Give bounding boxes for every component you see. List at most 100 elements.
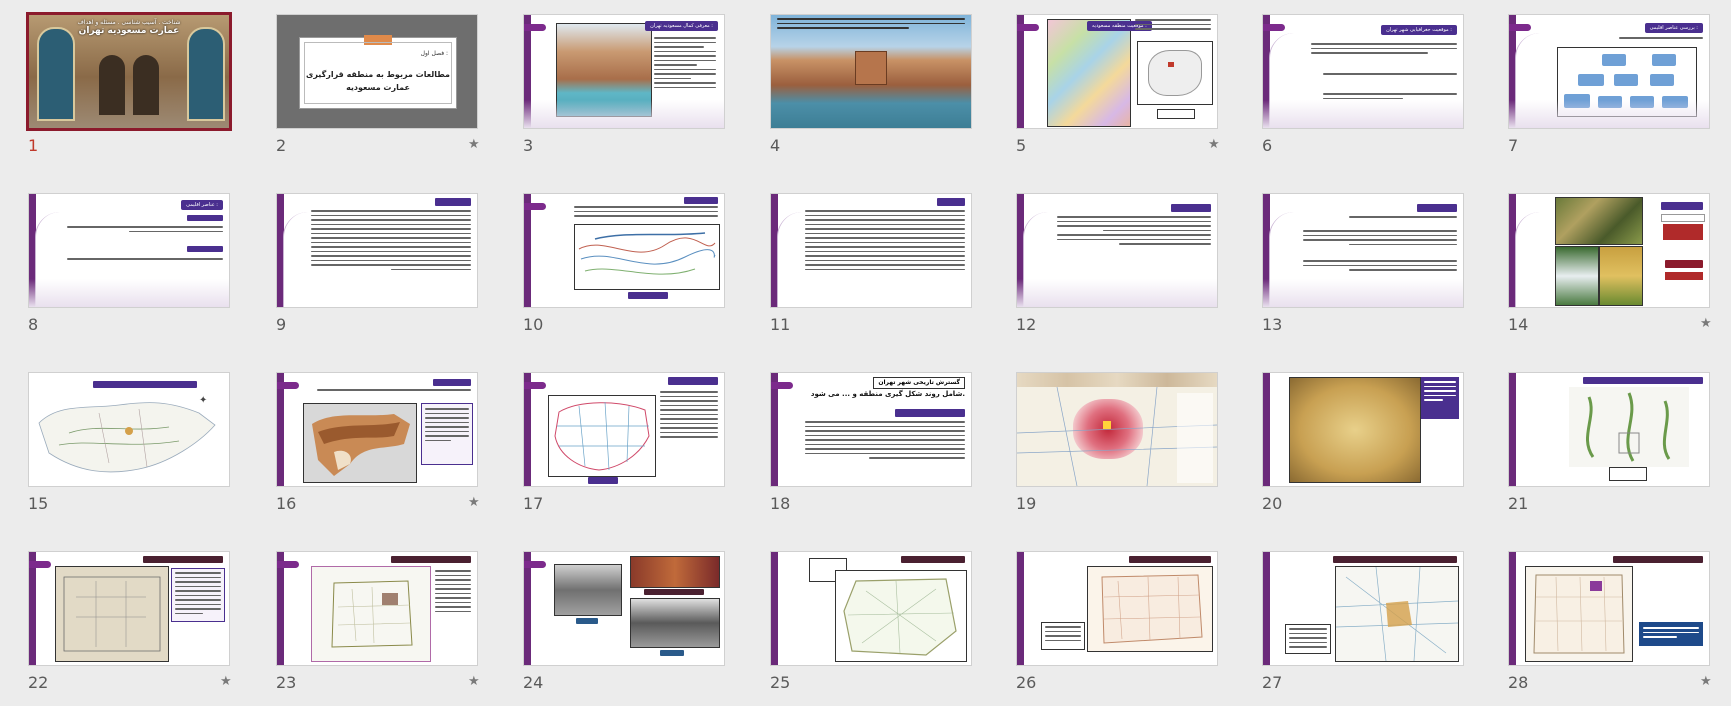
- slide-number: 13: [1262, 315, 1283, 334]
- slide-13[interactable]: 13: [1262, 193, 1464, 343]
- slide-thumbnail[interactable]: [1508, 193, 1710, 308]
- slide-thumbnail[interactable]: [523, 372, 725, 487]
- slide-thumbnail[interactable]: موقعیت جغرافیایی شهر تهران :: [1262, 14, 1464, 129]
- animation-star-icon[interactable]: ★: [468, 495, 480, 510]
- slide-5[interactable]: موقعیت منطقه مسعودیه : 5 ★: [1016, 14, 1220, 164]
- slide-24[interactable]: 24: [523, 551, 725, 701]
- subheading-pill: [1333, 556, 1457, 563]
- slide-25[interactable]: 25: [770, 551, 972, 701]
- slide-7[interactable]: بررسی عناصر اقلیمی : 7: [1508, 14, 1710, 164]
- slide-6[interactable]: موقعیت جغرافیایی شهر تهران : 6: [1262, 14, 1464, 164]
- slide-title: مطالعات مربوط به منطقه قرارگیری: [306, 70, 450, 79]
- slide-4[interactable]: 4: [770, 14, 972, 164]
- expansion-shapes: [1586, 392, 1671, 462]
- subheading-pill: [1417, 204, 1457, 212]
- slide-thumbnail[interactable]: [1016, 551, 1218, 666]
- slide-thumbnail[interactable]: ✦: [28, 372, 230, 487]
- slide-thumbnail[interactable]: [1262, 372, 1464, 487]
- contour-lines: [578, 232, 716, 275]
- diagram-node: [1602, 54, 1626, 66]
- slide-17[interactable]: 17: [523, 372, 725, 522]
- body-text: [1303, 216, 1457, 221]
- body-text: [805, 210, 965, 273]
- slide-number: 5: [1016, 136, 1027, 155]
- slide-thumbnail[interactable]: [1016, 372, 1218, 487]
- info-text: [1643, 627, 1699, 641]
- slide-16[interactable]: 16 ★: [276, 372, 480, 522]
- accent-band: [524, 373, 531, 486]
- animation-star-icon[interactable]: ★: [220, 674, 232, 689]
- slide-3[interactable]: معرفی کمال مسعودیه تهران : 3: [523, 14, 725, 164]
- waterfall-photo: [1555, 246, 1599, 306]
- animation-star-icon[interactable]: ★: [1700, 674, 1712, 689]
- slide-thumbnail[interactable]: معرفی کمال مسعودیه تهران :: [523, 14, 725, 129]
- slide-thumbnail[interactable]: [1262, 193, 1464, 308]
- slide-22[interactable]: 22 ★: [28, 551, 232, 701]
- subheading-pill: [1171, 204, 1211, 212]
- animation-star-icon[interactable]: ★: [468, 137, 480, 152]
- slide-sorter-grid: شناخت . آسیب شناسی . مسئله و اهداف عمارت…: [0, 0, 1731, 706]
- animation-star-icon[interactable]: ★: [1208, 137, 1220, 152]
- slide-thumbnail[interactable]: [770, 14, 972, 129]
- animation-star-icon[interactable]: ★: [1700, 316, 1712, 331]
- slide-heading-box: گسترش تاریخی شهر تهران: [873, 377, 965, 389]
- iran-map: [1137, 41, 1213, 105]
- slide-12[interactable]: 12: [1016, 193, 1218, 343]
- slide-thumbnail[interactable]: [523, 193, 725, 308]
- slide-thumbnail[interactable]: [1508, 372, 1710, 487]
- slide-27[interactable]: 27: [1262, 551, 1464, 701]
- slide-thumbnail[interactable]: [28, 551, 230, 666]
- slide-20[interactable]: 20: [1262, 372, 1464, 522]
- slide-23[interactable]: 23 ★: [276, 551, 480, 701]
- body-text: [317, 389, 471, 394]
- red-label: [1665, 272, 1703, 280]
- slide-thumbnail[interactable]: فصل اول : مطالعات مربوط به منطقه قرارگیر…: [276, 14, 478, 129]
- slide-thumbnail[interactable]: [276, 193, 478, 308]
- bottom-gradient: [1263, 279, 1463, 307]
- subheading-pill: [895, 409, 965, 417]
- central-pavilion: [855, 51, 887, 85]
- red-label: [1663, 224, 1703, 240]
- map-caption: [628, 292, 668, 299]
- slide-11[interactable]: 11: [770, 193, 972, 343]
- slide-28[interactable]: 28 ★: [1508, 551, 1712, 701]
- slide-15[interactable]: ✦ 15: [28, 372, 230, 522]
- slide-thumbnail[interactable]: عناصر اقلیمی :: [28, 193, 230, 308]
- slide-number: 17: [523, 494, 544, 513]
- slide-thumbnail[interactable]: موقعیت منطقه مسعودیه :: [1016, 14, 1218, 129]
- slide-1[interactable]: شناخت . آسیب شناسی . مسئله و اهداف عمارت…: [26, 12, 232, 164]
- slide-thumbnail[interactable]: [276, 551, 478, 666]
- bottom-gradient: [1263, 100, 1463, 128]
- slide-thumbnail[interactable]: بررسی عناصر اقلیمی :: [1508, 14, 1710, 129]
- slide-thumbnail[interactable]: [1508, 551, 1710, 666]
- accent-band: [1509, 552, 1516, 665]
- slide-thumbnail[interactable]: گسترش تاریخی شهر تهران شامل روند شکل گیر…: [770, 372, 972, 487]
- slide-thumbnail[interactable]: [770, 193, 972, 308]
- slide-9[interactable]: 9: [276, 193, 478, 343]
- slide-thumbnail[interactable]: [1262, 551, 1464, 666]
- slide-26[interactable]: 26: [1016, 551, 1218, 701]
- landscape-photo: [1555, 197, 1643, 245]
- slide-19[interactable]: 19: [1016, 372, 1218, 522]
- slide-thumbnail[interactable]: [523, 551, 725, 666]
- slide-thumbnail[interactable]: [1016, 193, 1218, 308]
- bottom-gradient: [524, 100, 724, 128]
- city-plan-map: [835, 570, 967, 662]
- slide-21[interactable]: 21: [1508, 372, 1710, 522]
- slide-10[interactable]: 10: [523, 193, 725, 343]
- slide-thumbnail[interactable]: [770, 551, 972, 666]
- subheading-pill: [391, 556, 471, 563]
- slide-thumbnail[interactable]: شناخت . آسیب شناسی . مسئله و اهداف عمارت…: [26, 12, 232, 131]
- slide-8[interactable]: عناصر اقلیمی : 8: [28, 193, 230, 343]
- slide-14[interactable]: 14 ★: [1508, 193, 1712, 343]
- accent-band: [1263, 552, 1270, 665]
- slide-18[interactable]: گسترش تاریخی شهر تهران شامل روند شکل گیر…: [770, 372, 972, 522]
- slide-title-pill: عناصر اقلیمی :: [181, 200, 223, 210]
- accent-band: [524, 552, 531, 665]
- slide-thumbnail[interactable]: [276, 372, 478, 487]
- slide-2[interactable]: فصل اول : مطالعات مربوط به منطقه قرارگیر…: [276, 14, 480, 164]
- animation-star-icon[interactable]: ★: [468, 674, 480, 689]
- subheading-pill: [187, 215, 223, 221]
- old-map-lines: [63, 576, 161, 652]
- tehran-marker: [1168, 62, 1174, 67]
